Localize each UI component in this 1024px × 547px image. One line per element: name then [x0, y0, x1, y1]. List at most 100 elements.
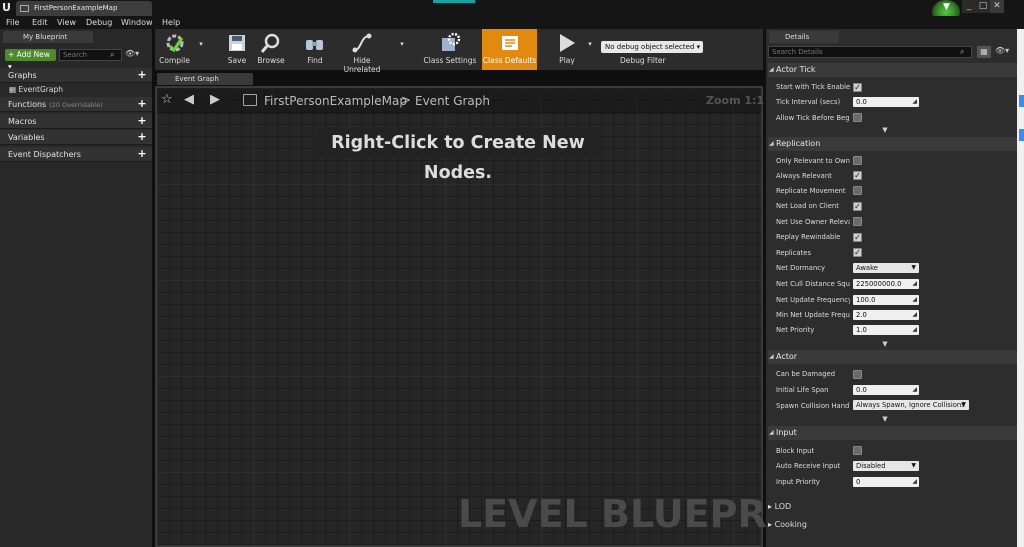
add-dispatcher-icon[interactable]: +	[137, 148, 147, 159]
menu-help[interactable]: Help	[162, 16, 180, 29]
auto-receive-label: Auto Receive Input	[776, 462, 841, 470]
compile-options-dropdown[interactable]: ▾	[195, 29, 207, 70]
replication-header[interactable]: ◢ Replication	[768, 137, 1017, 151]
compile-button[interactable]: Compile	[157, 29, 192, 70]
start-with-tick-checkbox[interactable]: ✓	[853, 83, 862, 92]
auto-receive-value: Disabled	[856, 462, 886, 470]
actor-tick-header[interactable]: ◢ Actor Tick	[768, 63, 1017, 77]
event-graph-item[interactable]: ▦ EventGraph	[9, 84, 63, 95]
expand-advanced-icon[interactable]: ▼	[880, 126, 890, 134]
view-options-icon[interactable]: 👁▾	[125, 49, 139, 58]
expand-advanced-icon[interactable]: ▼	[880, 415, 890, 423]
only-relevant-checkbox[interactable]	[853, 156, 862, 165]
input-header[interactable]: ◢ Input	[768, 426, 1017, 440]
browse-label: Browse	[257, 56, 285, 65]
add-variable-icon[interactable]: +	[137, 131, 147, 142]
replicates-label: Replicates	[776, 249, 811, 257]
save-icon	[229, 35, 245, 51]
net-dormancy-select[interactable]: Awake ▼	[853, 263, 919, 273]
add-graph-icon[interactable]: +	[137, 69, 147, 80]
section-variables[interactable]: Variables +	[0, 130, 152, 145]
forward-arrow-icon[interactable]: ▶	[210, 92, 220, 107]
section-functions[interactable]: Functions (20 Overridable) +	[0, 97, 152, 112]
back-arrow-icon[interactable]: ◀	[184, 92, 194, 107]
collapse-icon: ◢	[769, 353, 774, 360]
net-use-owner-checkbox[interactable]	[853, 217, 862, 226]
spawn-collision-select[interactable]: Always Spawn, Ignore Collisions ▼	[853, 400, 969, 410]
net-load-checkbox[interactable]: ✓	[853, 202, 862, 211]
net-priority-input[interactable]: 1.0 ◢	[853, 325, 919, 335]
hide-unrelated-button[interactable]: Hide Unrelated	[334, 29, 390, 74]
my-blueprint-tab[interactable]: My Blueprint	[3, 31, 93, 43]
class-defaults-button[interactable]: Class Defaults	[482, 29, 537, 70]
section-event-dispatchers-label: Event Dispatchers	[8, 150, 81, 159]
debug-object-select[interactable]: No debug object selected ▾	[601, 41, 703, 53]
life-span-input[interactable]: 0.0 ◢	[853, 385, 919, 395]
hide-unrelated-dropdown[interactable]: ▾	[397, 29, 407, 70]
actor-tick-header-label: Actor Tick	[776, 65, 816, 74]
add-macro-icon[interactable]: +	[137, 115, 147, 126]
can-be-damaged-label: Can be Damaged	[776, 370, 836, 378]
replicate-movement-checkbox[interactable]	[853, 186, 862, 195]
unreal-logo-icon[interactable]: U	[2, 0, 16, 15]
input-priority-input[interactable]: 0 ◢	[853, 477, 919, 487]
chevron-down-icon: ▼	[911, 462, 916, 469]
find-button[interactable]: Find	[301, 29, 329, 70]
minimize-button[interactable]: _	[962, 0, 976, 13]
breadcrumb-map[interactable]: FirstPersonExampleMap	[264, 94, 407, 108]
allow-tick-checkbox[interactable]	[853, 113, 862, 122]
tick-interval-input[interactable]: 0.0 ◢	[853, 97, 919, 107]
play-button[interactable]: Play	[552, 29, 582, 70]
class-settings-icon	[442, 32, 461, 51]
section-macros[interactable]: Macros +	[0, 114, 152, 129]
replicates-checkbox[interactable]: ✓	[853, 248, 862, 257]
replay-rewindable-checkbox[interactable]: ✓	[853, 233, 862, 242]
menu-file[interactable]: File	[6, 16, 19, 29]
section-graphs[interactable]: Graphs +	[0, 68, 152, 83]
lod-category[interactable]: ▸ LOD	[768, 502, 791, 511]
section-event-dispatchers[interactable]: Event Dispatchers +	[0, 147, 152, 162]
actor-header[interactable]: ◢ Actor	[768, 350, 1017, 364]
save-button[interactable]: Save	[223, 29, 251, 70]
browse-button[interactable]: Browse	[255, 29, 287, 70]
favorite-star-icon[interactable]: ☆	[161, 92, 173, 107]
document-tab[interactable]: FirstPersonExampleMap	[16, 1, 152, 16]
search-icon[interactable]: ⌕	[960, 47, 964, 57]
class-defaults-icon	[501, 36, 518, 50]
menu-window[interactable]: Window	[121, 16, 153, 29]
block-input-label: Block Input	[776, 447, 815, 455]
net-use-owner-label: Net Use Owner Relevancy	[776, 218, 850, 226]
event-graph-tab[interactable]: Event Graph	[157, 73, 253, 85]
net-cull-label: Net Cull Distance Squared	[776, 280, 850, 288]
menu-edit[interactable]: Edit	[32, 16, 48, 29]
expand-advanced-icon[interactable]: ▼	[880, 340, 890, 348]
cooking-category[interactable]: ▸ Cooking	[768, 520, 807, 529]
input-priority-value: 0	[856, 478, 861, 486]
search-icon[interactable]: ⌕	[110, 50, 114, 60]
net-priority-value: 1.0	[856, 326, 867, 334]
details-search-input[interactable]: Search Details	[768, 46, 972, 58]
property-matrix-icon[interactable]: ▦	[977, 46, 991, 58]
background-accent	[1019, 95, 1024, 107]
maximize-button[interactable]: □	[976, 0, 990, 13]
can-be-damaged-checkbox[interactable]	[853, 370, 862, 379]
close-button[interactable]: ✕	[990, 0, 1004, 13]
auto-receive-select[interactable]: Disabled ▼	[853, 461, 919, 471]
event-graph-tab-label: Event Graph	[175, 75, 219, 83]
net-cull-input[interactable]: 225000000.0 ◢	[853, 279, 919, 289]
add-function-icon[interactable]: +	[137, 98, 147, 109]
breadcrumb-event-graph[interactable]: Event Graph	[415, 94, 490, 108]
min-net-update-input[interactable]: 2.0 ◢	[853, 310, 919, 320]
block-input-checkbox[interactable]	[853, 446, 862, 455]
play-options-dropdown[interactable]: ▾	[585, 29, 595, 70]
net-update-input[interactable]: 100.0 ◢	[853, 295, 919, 305]
always-relevant-checkbox[interactable]: ✓	[853, 171, 862, 180]
class-settings-button[interactable]: Class Settings	[423, 29, 477, 70]
details-tab[interactable]: Details	[769, 31, 839, 43]
add-new-button[interactable]: + Add New ▾	[5, 49, 56, 71]
menu-view[interactable]: View	[57, 16, 76, 29]
menu-debug[interactable]: Debug	[86, 16, 112, 29]
view-options-icon[interactable]: 👁▾	[995, 46, 1009, 55]
collapse-icon: ◢	[769, 140, 774, 147]
net-update-value: 100.0	[856, 296, 876, 304]
